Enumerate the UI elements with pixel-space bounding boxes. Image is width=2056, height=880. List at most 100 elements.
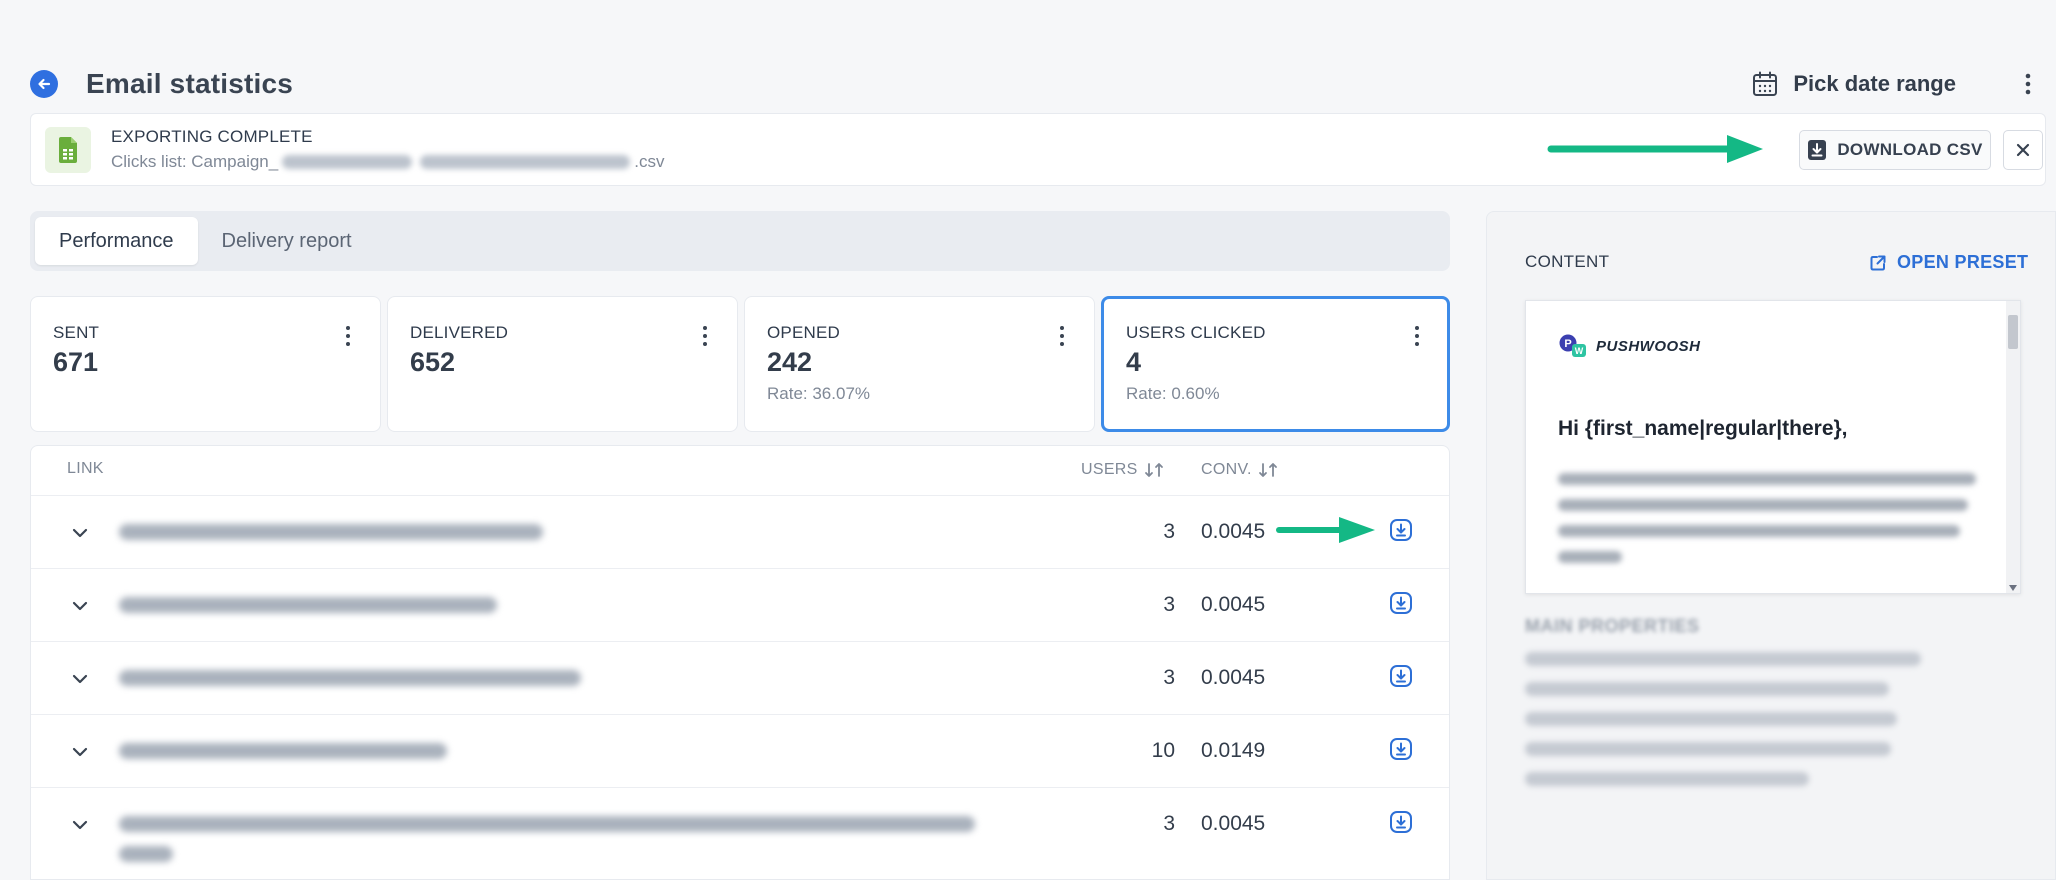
external-link-icon <box>1870 255 1886 270</box>
email-preview[interactable]: P W PUSHWOOSH Hi {first_name|regular|the… <box>1525 300 2021 594</box>
scroll-down-arrow-icon[interactable] <box>2009 585 2017 591</box>
stat-menu-icon[interactable] <box>342 323 354 349</box>
brand-logo: P W PUSHWOOSH <box>1558 333 1701 359</box>
column-header-link-label: LINK <box>67 460 104 477</box>
stat-card-opened[interactable]: OPENED 242 Rate: 36.07% <box>744 296 1095 432</box>
open-preset-link[interactable]: OPEN PRESET <box>1869 252 2028 273</box>
download-csv-button[interactable]: DOWNLOAD CSV <box>1799 130 1991 170</box>
blurred-link-url[interactable] <box>119 524 543 540</box>
chevron-down-icon[interactable] <box>69 741 91 763</box>
stat-card-sent[interactable]: SENT 671 <box>30 296 381 432</box>
stat-menu-icon[interactable] <box>1411 323 1423 349</box>
cell-conv: 0.0045 <box>1201 666 1266 689</box>
export-complete-banner: EXPORTING COMPLETE Clicks list: Campaign… <box>30 113 2046 186</box>
preview-scrollbar[interactable] <box>2006 301 2020 593</box>
close-icon <box>2016 143 2030 157</box>
blurred-property <box>1525 682 1889 696</box>
brand-name: PUSHWOOSH <box>1596 337 1701 355</box>
main-properties-heading: MAIN PROPERTIES <box>1525 616 1700 636</box>
open-preset-label: OPEN PRESET <box>1897 252 2029 272</box>
blurred-email-text <box>1558 473 1976 485</box>
content-panel: CONTENT OPEN PRESET P W PUSHWOOSH Hi {fi… <box>1486 211 2056 880</box>
stat-value: 242 <box>767 347 813 377</box>
clicked-links-table: LINK USERS CONV. 3 0.0045 3 0.0045 3 0.0… <box>30 445 1450 880</box>
banner-file-name: Clicks list: Campaign_ .csv <box>111 152 664 172</box>
blurred-link-url[interactable] <box>119 743 447 759</box>
annotation-arrow-icon <box>1276 517 1375 543</box>
download-row-icon[interactable] <box>1389 518 1413 542</box>
email-statistics-page: Email statistics Pick date range EXPORTI… <box>0 0 2056 880</box>
preview-scroll-thumb[interactable] <box>2008 315 2018 349</box>
cell-users: 10 <box>1151 739 1175 762</box>
blurred-email-text <box>1558 525 1960 537</box>
chevron-down-icon[interactable] <box>69 668 91 690</box>
csv-file-icon <box>45 126 91 173</box>
tab-performance[interactable]: Performance <box>35 217 198 265</box>
stat-rate: Rate: 36.07% <box>767 384 871 403</box>
download-row-icon[interactable] <box>1389 810 1413 834</box>
cell-conv: 0.0045 <box>1201 593 1266 616</box>
svg-text:P: P <box>1564 338 1571 350</box>
blurred-property <box>1525 772 1809 786</box>
report-tabs: Performance Delivery report <box>30 211 1450 271</box>
stat-label: SENT <box>53 323 100 342</box>
download-row-icon[interactable] <box>1389 737 1413 761</box>
banner-title: EXPORTING COMPLETE <box>111 127 313 146</box>
stat-value: 671 <box>53 347 99 377</box>
table-row: 3 0.0045 <box>31 788 1449 879</box>
page-header: Email statistics Pick date range <box>30 62 2040 106</box>
calendar-icon <box>1753 71 1778 96</box>
blurred-email-text <box>1558 551 1622 563</box>
table-row: 3 0.0045 <box>31 496 1449 569</box>
back-button[interactable] <box>30 70 58 98</box>
blurred-link-url[interactable] <box>119 670 581 686</box>
close-banner-button[interactable] <box>2003 130 2043 170</box>
pick-date-range-label: Pick date range <box>1793 71 1956 96</box>
cell-users: 3 <box>1163 666 1175 689</box>
cell-conv: 0.0045 <box>1201 812 1266 835</box>
stat-card-users-clicked[interactable]: USERS CLICKED 4 Rate: 0.60% <box>1101 296 1450 432</box>
pick-date-range-button[interactable]: Pick date range <box>1751 70 1956 98</box>
cell-users: 3 <box>1163 812 1175 835</box>
chevron-down-icon[interactable] <box>69 522 91 544</box>
stat-card-delivered[interactable]: DELIVERED 652 <box>387 296 738 432</box>
header-more-button[interactable] <box>2016 66 2040 102</box>
table-row: 10 0.0149 <box>31 715 1449 788</box>
email-greeting: Hi {first_name|regular|there}, <box>1558 417 1848 440</box>
stat-label: DELIVERED <box>410 323 509 342</box>
stat-menu-icon[interactable] <box>1056 323 1068 349</box>
blurred-link-url[interactable] <box>119 597 497 613</box>
column-header-conv[interactable]: CONV. <box>1201 461 1278 479</box>
blurred-link-url-continued[interactable] <box>119 846 173 862</box>
arrow-left-icon <box>38 78 51 90</box>
blurred-property <box>1525 652 1921 666</box>
column-header-users[interactable]: USERS <box>1081 461 1164 479</box>
more-vertical-icon <box>2025 73 2031 95</box>
blurred-property <box>1525 742 1891 756</box>
tab-delivery-report[interactable]: Delivery report <box>198 217 376 265</box>
download-row-icon[interactable] <box>1389 591 1413 615</box>
blurred-property <box>1525 712 1897 726</box>
banner-text: EXPORTING COMPLETE Clicks list: Campaign… <box>111 127 664 172</box>
stat-value: 4 <box>1126 347 1142 377</box>
blurred-link-url[interactable] <box>119 816 975 832</box>
stat-rate: Rate: 0.60% <box>1126 384 1220 403</box>
stat-label: USERS CLICKED <box>1126 323 1266 342</box>
cell-conv: 0.0045 <box>1201 520 1266 543</box>
chevron-down-icon[interactable] <box>69 814 91 836</box>
table-row: 3 0.0045 <box>31 642 1449 715</box>
cell-conv: 0.0149 <box>1201 739 1266 762</box>
table-header: LINK USERS CONV. <box>31 446 1449 496</box>
column-header-conv-label: CONV. <box>1201 461 1252 478</box>
stat-menu-icon[interactable] <box>699 323 711 349</box>
column-header-link: LINK <box>67 460 104 478</box>
sort-icon <box>1144 463 1163 477</box>
download-row-icon[interactable] <box>1389 664 1413 688</box>
stat-label: OPENED <box>767 323 840 342</box>
table-row: 3 0.0045 <box>31 569 1449 642</box>
annotation-arrow-icon <box>1547 135 1763 163</box>
download-csv-label: DOWNLOAD CSV <box>1837 140 1983 159</box>
banner-file-prefix: Clicks list: Campaign_ <box>111 152 279 171</box>
banner-file-suffix: .csv <box>634 152 665 171</box>
chevron-down-icon[interactable] <box>69 595 91 617</box>
